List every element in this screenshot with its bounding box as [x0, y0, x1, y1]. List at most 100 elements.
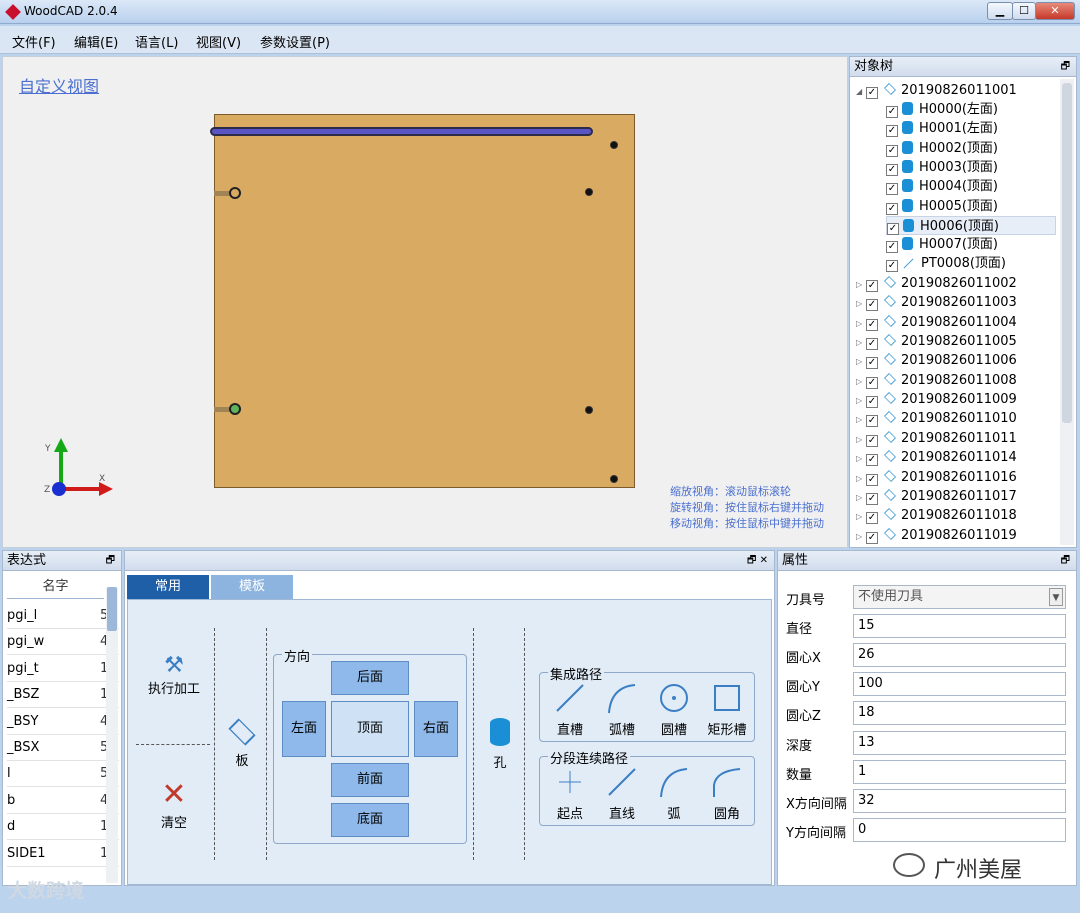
tree-item[interactable]: ✓ H0005(顶面): [886, 197, 998, 216]
expand-arrow-icon[interactable]: ▷: [856, 314, 866, 333]
expand-arrow-icon[interactable]: ▷: [856, 352, 866, 371]
menu-language[interactable]: 语言(L): [135, 32, 178, 51]
tree-checkbox[interactable]: ✓: [886, 125, 898, 138]
tree-checkbox[interactable]: ✓: [866, 357, 878, 370]
pin-icon[interactable]: 🗗: [1061, 551, 1070, 571]
tree-root-item[interactable]: ▷ ✓ 20190826011019: [856, 526, 1017, 545]
tree-checkbox[interactable]: ✓: [866, 338, 878, 351]
tree-root-item[interactable]: ▷ ✓ 20190826011018: [856, 506, 1017, 525]
property-input[interactable]: 13: [853, 730, 1066, 755]
tree-root-item[interactable]: ▷ ✓ 20190826011008: [856, 371, 1017, 390]
expand-arrow-icon[interactable]: ▷: [856, 410, 866, 429]
tree-checkbox[interactable]: ✓: [866, 299, 878, 312]
groove-path[interactable]: [210, 127, 593, 136]
expression-row[interactable]: b4: [7, 788, 119, 814]
tree-root-item[interactable]: ▷ ✓ 20190826011006: [856, 351, 1017, 370]
menu-settings[interactable]: 参数设置(P): [260, 32, 330, 51]
3d-viewport[interactable]: 自定义视图 缩放视角：滚动鼠标滚轮 旋转视角：按住鼠标右键并拖动 移动视角：按住…: [2, 56, 848, 548]
property-input[interactable]: 1: [853, 759, 1066, 784]
menu-view[interactable]: 视图(V): [196, 32, 241, 51]
expand-arrow-icon[interactable]: ▷: [856, 372, 866, 391]
hole-button[interactable]: 孔: [482, 718, 518, 771]
hole-marker[interactable]: [585, 406, 593, 414]
tree-item[interactable]: ✓ H0006(顶面): [886, 215, 1056, 235]
expression-row[interactable]: _BSX 5: [7, 735, 119, 761]
expression-row[interactable]: l5: [7, 761, 119, 788]
hole-marker-left-1[interactable]: [229, 187, 241, 199]
tree-checkbox[interactable]: ✓: [866, 434, 878, 447]
tree-checkbox[interactable]: ✓: [887, 222, 899, 235]
expand-arrow-icon[interactable]: ▷: [856, 469, 866, 488]
line-button[interactable]: 直线: [598, 765, 646, 822]
expand-arrow-icon[interactable]: ▷: [856, 430, 866, 449]
property-input[interactable]: 18: [853, 701, 1066, 726]
property-input[interactable]: 32: [853, 788, 1066, 813]
straight-slot-button[interactable]: 直槽: [546, 681, 594, 738]
pin-icon[interactable]: 🗗: [106, 551, 115, 571]
board-panel[interactable]: [214, 114, 635, 488]
tree-checkbox[interactable]: ✓: [866, 396, 878, 409]
start-point-button[interactable]: 起点: [546, 765, 594, 822]
tree-checkbox[interactable]: ✓: [866, 473, 878, 486]
tree-root-item[interactable]: ▷ ✓ 20190826011005: [856, 332, 1017, 351]
maximize-button[interactable]: ☐: [1012, 2, 1036, 20]
tree-scroll-thumb[interactable]: [1062, 83, 1072, 423]
tree-root-item[interactable]: ▷ ✓ 20190826011017: [856, 487, 1017, 506]
expression-row[interactable]: d1: [7, 814, 119, 841]
tree-checkbox[interactable]: ✓: [866, 376, 878, 389]
tree-checkbox[interactable]: ✓: [886, 260, 898, 273]
execute-button[interactable]: ⚒ 执行加工: [144, 654, 204, 698]
expand-arrow-icon[interactable]: ▷: [856, 507, 866, 526]
rect-slot-button[interactable]: 矩形槽: [700, 681, 754, 738]
expression-scroll-thumb[interactable]: [107, 587, 117, 631]
expression-row[interactable]: pgi_t 1: [7, 656, 119, 682]
face-front-button[interactable]: 前面: [331, 763, 409, 797]
tree-item[interactable]: ✓ H0007(顶面): [886, 235, 998, 254]
tree-checkbox[interactable]: ✓: [866, 87, 878, 99]
minimize-button[interactable]: ▁: [987, 2, 1013, 20]
menu-file[interactable]: 文件(F): [12, 32, 56, 51]
tree-root-item[interactable]: ▷ ✓ 20190826011014: [856, 448, 1017, 467]
tree-checkbox[interactable]: ✓: [886, 144, 898, 157]
expression-row[interactable]: SIDE1 1: [7, 841, 119, 867]
tree-checkbox[interactable]: ✓: [866, 454, 878, 467]
circle-slot-button[interactable]: 圆槽: [650, 681, 698, 738]
arc-slot-button[interactable]: 弧槽: [598, 681, 646, 738]
pin-icon[interactable]: 🗗: [1061, 57, 1070, 77]
tree-item[interactable]: ✓ H0002(顶面): [886, 139, 998, 158]
hole-marker[interactable]: [610, 475, 618, 483]
tree-item[interactable]: ✓ H0001(左面): [886, 119, 998, 138]
expression-row[interactable]: pgi_l 5: [7, 603, 119, 629]
tree-item[interactable]: ✓ PT0008(顶面): [886, 254, 1006, 273]
expand-arrow-icon[interactable]: ▷: [856, 275, 866, 294]
tree-checkbox[interactable]: ✓: [886, 202, 898, 215]
tree-checkbox[interactable]: ✓: [866, 512, 878, 525]
face-top-button[interactable]: 顶面: [331, 701, 409, 757]
expand-arrow-icon[interactable]: ▷: [856, 449, 866, 468]
expand-arrow-icon[interactable]: ▷: [856, 527, 866, 546]
board-button[interactable]: 板: [222, 718, 262, 769]
property-input[interactable]: 15: [853, 614, 1066, 639]
view-title[interactable]: 自定义视图: [19, 73, 99, 97]
property-input[interactable]: 26: [853, 643, 1066, 668]
tree-checkbox[interactable]: ✓: [886, 241, 898, 254]
tree-item[interactable]: ✓ H0000(左面): [886, 100, 998, 119]
tree-root-item[interactable]: ▷ ✓ 20190826011016: [856, 468, 1017, 487]
column-header-name[interactable]: 名字: [7, 575, 104, 599]
tree-root-item[interactable]: ▷ ✓ 20190826011010: [856, 409, 1017, 428]
expand-arrow-icon[interactable]: ▷: [856, 294, 866, 313]
tree-checkbox[interactable]: ✓: [886, 106, 898, 118]
expression-scrollbar[interactable]: [106, 587, 118, 883]
tree-scrollbar[interactable]: [1060, 79, 1074, 545]
tree-checkbox[interactable]: ✓: [866, 415, 878, 428]
tree-root-item[interactable]: ▷ ✓ 20190826011009: [856, 390, 1017, 409]
dropdown-arrow-icon[interactable]: ▼: [1049, 588, 1063, 606]
tree-item[interactable]: ✓ H0003(顶面): [886, 158, 998, 177]
expression-row[interactable]: pgi_w 4: [7, 629, 119, 656]
tree-checkbox[interactable]: ✓: [886, 163, 898, 176]
clear-button[interactable]: ✕ 清空: [144, 778, 204, 832]
pin-close-icons[interactable]: 🗗 ✕: [747, 551, 768, 571]
hole-marker[interactable]: [585, 188, 593, 196]
arc-button[interactable]: 弧: [650, 765, 698, 822]
face-left-button[interactable]: 左面: [282, 701, 326, 757]
